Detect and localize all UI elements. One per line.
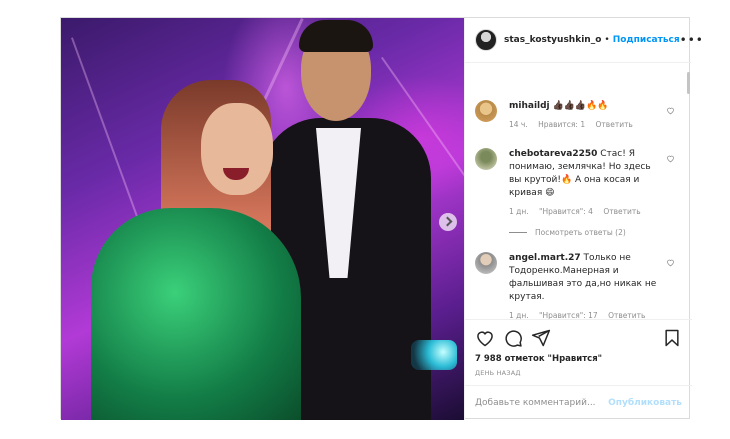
post-photo[interactable]	[61, 18, 464, 420]
post-modal: stas_kostyushkin_o • Подписаться ••• mih…	[60, 17, 703, 420]
man-hair	[299, 20, 373, 52]
post-header: stas_kostyushkin_o • Подписаться •••	[465, 18, 703, 63]
comments-list[interactable]: mihaildj 👍🏿👍🏿👍🏿🔥🔥 14 ч. Нравится: 1 Отве…	[465, 64, 692, 319]
post-time[interactable]: ДЕНЬ НАЗАД	[475, 369, 682, 377]
comment-username[interactable]: chebotareva2250	[509, 149, 597, 159]
comment-username[interactable]: mihaildj	[509, 101, 550, 111]
heart-icon[interactable]	[666, 258, 675, 267]
like-heart-icon[interactable]	[475, 328, 495, 348]
carousel-next-icon[interactable]	[439, 213, 457, 231]
share-send-icon[interactable]	[531, 328, 551, 348]
post-actions: 7 988 отметок "Нравится" ДЕНЬ НАЗАД	[465, 319, 692, 377]
post-sidebar: stas_kostyushkin_o • Подписаться ••• mih…	[464, 18, 703, 420]
comment-likes[interactable]: "Нравится": 17	[539, 311, 598, 319]
comment-likes[interactable]: "Нравится": 4	[539, 207, 593, 216]
scrollbar[interactable]	[687, 72, 690, 94]
stage-light-beam	[71, 37, 142, 226]
woman-dress	[91, 208, 301, 420]
likes-count[interactable]: 7 988 отметок "Нравится"	[475, 354, 682, 364]
more-options-icon[interactable]: •••	[680, 33, 704, 47]
stage-lamp	[411, 340, 457, 370]
comment-time[interactable]: 1 дн.	[509, 311, 529, 319]
reply-button[interactable]: Ответить	[603, 207, 640, 216]
comment-username[interactable]: angel.mart.27	[509, 253, 581, 263]
author-username[interactable]: stas_kostyushkin_o	[504, 35, 601, 45]
comment-item: mihaildj 👍🏿👍🏿👍🏿🔥🔥 14 ч. Нравится: 1 Отве…	[475, 100, 675, 131]
comment-bubble-icon[interactable]	[503, 328, 523, 348]
view-replies-label[interactable]: Посмотреть ответы (2)	[535, 228, 626, 237]
bookmark-icon[interactable]	[662, 328, 682, 348]
comment-text: 👍🏿👍🏿👍🏿🔥🔥	[552, 101, 609, 111]
reply-button[interactable]: Ответить	[608, 311, 645, 319]
comment-item: chebotareva2250 Стас! Я понимаю, землячк…	[475, 148, 675, 218]
avatar[interactable]	[475, 100, 497, 122]
reply-button[interactable]: Ответить	[596, 120, 633, 129]
comment-input[interactable]: Добавьте комментарий...	[475, 398, 596, 408]
divider	[509, 232, 527, 233]
comment-likes[interactable]: Нравится: 1	[538, 120, 585, 129]
comment-item: angel.mart.27 Только не Тодоренко.Манерн…	[475, 252, 675, 319]
avatar[interactable]	[475, 29, 497, 51]
publish-button[interactable]: Опубликовать	[608, 398, 682, 408]
follow-button[interactable]: Подписаться	[613, 35, 680, 45]
avatar[interactable]	[475, 252, 497, 274]
heart-icon[interactable]	[666, 106, 675, 115]
avatar[interactable]	[475, 148, 497, 170]
add-comment-form: Добавьте комментарий... Опубликовать	[465, 385, 692, 420]
view-replies-button[interactable]: Посмотреть ответы (2)	[509, 228, 626, 237]
woman-face	[201, 103, 273, 195]
comment-time[interactable]: 14 ч.	[509, 120, 528, 129]
separator-dot: •	[604, 35, 610, 45]
comment-time[interactable]: 1 дн.	[509, 207, 529, 216]
heart-icon[interactable]	[666, 154, 675, 163]
